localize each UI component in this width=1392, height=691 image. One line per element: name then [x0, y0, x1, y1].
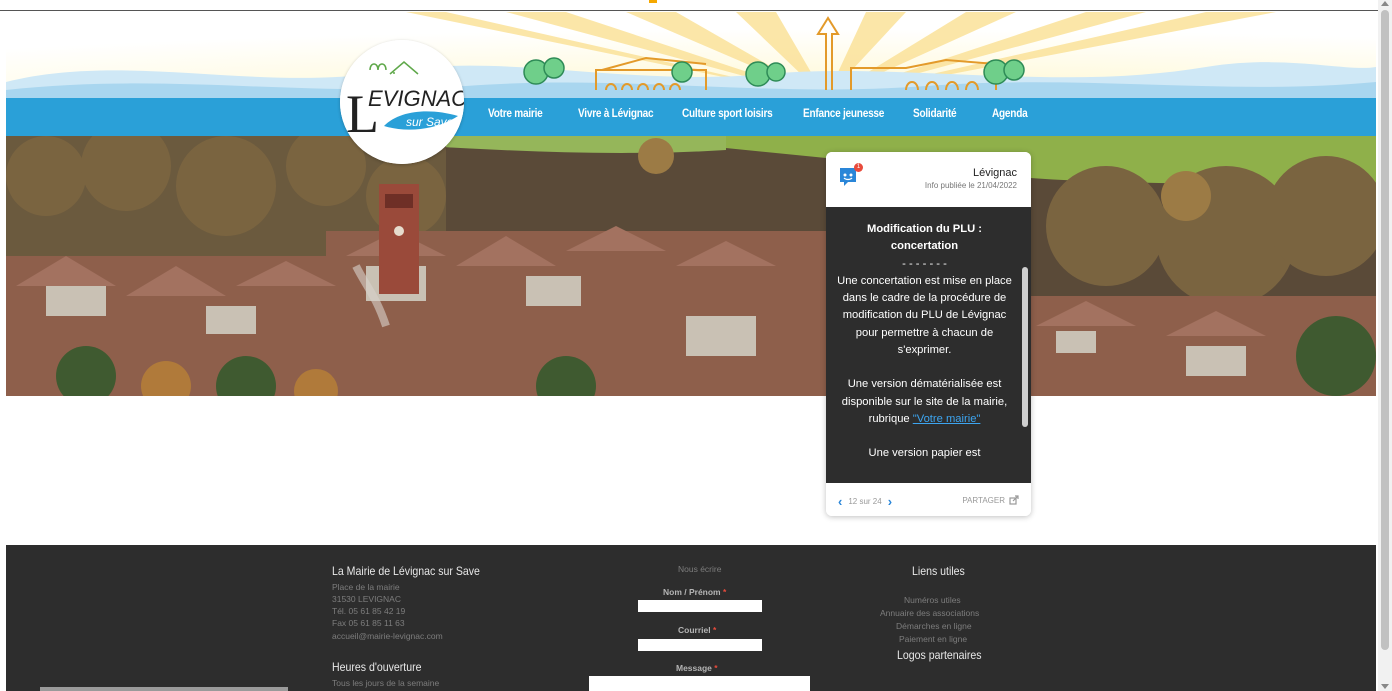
- scroll-thumb[interactable]: [1381, 10, 1389, 650]
- footer-hours-line: Tous les jours de la semaine: [332, 678, 440, 688]
- footer-contact-heading: La Mairie de Lévignac sur Save: [332, 564, 480, 578]
- name-input[interactable]: [638, 600, 762, 612]
- notification-badge: 1: [854, 163, 863, 172]
- link-paiement-en-ligne[interactable]: Paiement en ligne: [899, 634, 967, 644]
- news-widget: 1 Lévignac Info publiée le 21/04/2022 Mo…: [826, 152, 1031, 516]
- previous-chevron-icon[interactable]: ‹: [838, 495, 842, 508]
- post-paragraph-1: Une concertation est mise en place dans …: [837, 274, 1012, 357]
- top-accent-mark: [649, 0, 657, 3]
- widget-source-name[interactable]: Lévignac: [973, 167, 1017, 179]
- post-title-line2: concertation: [890, 240, 959, 253]
- email-label-text: Courriel: [678, 625, 711, 635]
- footer-address-line-2: 31530 LEVIGNAC: [332, 594, 401, 604]
- email-required-mark: *: [712, 625, 717, 635]
- nav-votre-mairie[interactable]: Votre mairie: [488, 106, 543, 120]
- nav-vivre-a-levignac[interactable]: Vivre à Lévignac: [578, 106, 654, 120]
- header-illustration: [6, 12, 1376, 98]
- share-icon: [1009, 495, 1019, 505]
- useful-links-heading: Liens utiles: [912, 564, 965, 578]
- partner-logos-heading: Logos partenaires: [897, 648, 982, 662]
- name-label: Nom / Prénom *: [663, 587, 726, 597]
- nav-solidarite[interactable]: Solidarité: [913, 106, 957, 120]
- contact-form-heading: Nous écrire: [678, 564, 722, 574]
- scroll-up-arrow-icon[interactable]: [1381, 1, 1389, 6]
- link-numeros-utiles[interactable]: Numéros utiles: [904, 595, 961, 605]
- widget-header: 1 Lévignac Info publiée le 21/04/2022: [826, 152, 1031, 207]
- nav-enfance-jeunesse[interactable]: Enfance jeunesse: [803, 106, 884, 120]
- email-label: Courriel *: [678, 625, 716, 635]
- pager-count: 12 sur 24: [848, 497, 882, 506]
- top-border: [0, 10, 1392, 11]
- main-navigation: Votre mairie Vivre à Lévignac Culture sp…: [6, 98, 1376, 136]
- message-label-text: Message: [676, 663, 712, 673]
- logo-wordmark: EVIGNAC: [368, 86, 464, 111]
- logo-subtitle: sur Save: [406, 115, 454, 129]
- page-scrollbar[interactable]: [1378, 0, 1392, 691]
- votre-mairie-link[interactable]: "Votre mairie": [913, 413, 981, 425]
- widget-post-body[interactable]: Modification du PLU : concertation - - -…: [826, 207, 1031, 483]
- share-label: PARTAGER: [962, 495, 1005, 505]
- message-label: Message *: [676, 663, 718, 673]
- post-separator: - - - - - - -: [902, 257, 947, 270]
- widget-scrollbar[interactable]: [1022, 267, 1028, 427]
- widget-pager: ‹ 12 sur 24 ›: [838, 495, 892, 508]
- page: Votre mairie Vivre à Lévignac Culture sp…: [0, 0, 1392, 691]
- hero-village-photo: [6, 136, 1376, 396]
- footer-phone: Tél. 05 61 85 42 19: [332, 606, 406, 616]
- post-paragraph-3: Une version papier est: [868, 447, 981, 460]
- post-title-line1: Modification du PLU :: [867, 223, 982, 235]
- message-required-mark: *: [714, 663, 718, 673]
- link-demarches-en-ligne[interactable]: Démarches en ligne: [896, 621, 972, 631]
- scroll-down-arrow-icon[interactable]: [1381, 684, 1389, 689]
- site-footer: La Mairie de Lévignac sur Save Place de …: [6, 545, 1376, 691]
- name-required-mark: *: [723, 587, 727, 597]
- footer-fax: Fax 05 61 85 11 63: [332, 618, 405, 628]
- share-button[interactable]: PARTAGER: [962, 495, 1019, 505]
- name-label-text: Nom / Prénom: [663, 587, 721, 597]
- nav-culture-sport-loisirs[interactable]: Culture sport loisirs: [682, 106, 773, 120]
- widget-footer: ‹ 12 sur 24 › PARTAGER: [826, 483, 1031, 516]
- footer-email[interactable]: accueil@mairie-levignac.com: [332, 631, 443, 641]
- footer-address-line-1: Place de la mairie: [332, 582, 400, 592]
- link-annuaire-associations[interactable]: Annuaire des associations: [880, 608, 979, 618]
- levignac-logo[interactable]: L EVIGNAC sur Save: [340, 40, 464, 164]
- email-input[interactable]: [638, 639, 762, 651]
- post-paragraph-2: Une version dématérialisée est disponibl…: [834, 376, 1015, 428]
- widget-published-date: Info publiée le 21/04/2022: [924, 181, 1017, 190]
- nav-agenda[interactable]: Agenda: [992, 106, 1028, 120]
- footer-divider: [40, 687, 288, 691]
- next-chevron-icon[interactable]: ›: [888, 495, 892, 508]
- message-input[interactable]: [589, 676, 810, 691]
- footer-hours-heading: Heures d'ouverture: [332, 660, 422, 674]
